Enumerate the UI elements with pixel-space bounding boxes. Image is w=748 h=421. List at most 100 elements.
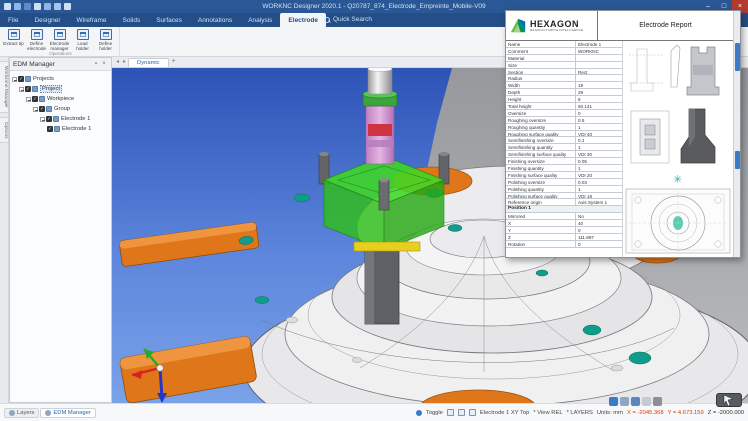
tree-expander-icon[interactable] [26,97,31,102]
ribbon-tab[interactable]: Analysis [240,13,280,27]
plane-icon[interactable] [469,409,476,416]
tree-row[interactable]: ✓ Electrode 1 [10,124,111,134]
panel-tab[interactable]: EDM Manager [40,408,95,418]
report-row-label: Size [506,62,576,68]
panel-tab[interactable]: Layers [4,408,39,418]
ribbon-tab[interactable]: Wireframe [69,13,115,27]
pin-icon[interactable]: ▪ [92,61,100,67]
quick-search[interactable]: Quick Search [324,13,372,27]
redo-icon[interactable] [44,3,51,10]
ribbon-tab[interactable]: File [0,13,26,27]
quick-access-toolbar[interactable] [4,3,71,10]
application-window: WORKNC Designer 2020.1 - Q20787_874_Elec… [0,0,748,421]
add-viewport-tab-icon[interactable]: + [169,57,179,67]
collapsed-panel-tab[interactable]: Options [0,117,9,144]
toggle-label[interactable]: Toggle [426,410,443,416]
tree-item-label[interactable]: Project [40,85,62,93]
ribbon-button[interactable]: Electrode manager [48,27,71,51]
report-header: HEXAGON MANUFACTURING INTELLIGENCE Elect… [506,11,733,41]
tab-scroll-right-icon[interactable]: ▸ [121,57,128,67]
tree-checkbox[interactable]: ✓ [25,86,31,92]
report-row-label: Finishing surface quality [506,172,576,178]
report-row: Semifinishing surface quality VDI 30 [506,151,622,158]
report-row-value [576,55,622,61]
electrode-tool-icon [77,29,89,40]
snap-icon[interactable] [447,409,454,416]
tree-checkbox[interactable]: ✓ [18,76,24,82]
ribbon-tab[interactable]: Designer [26,13,68,27]
tree-row[interactable]: ✓ Project [10,84,111,94]
report-row-label: Depth [506,89,576,95]
report-row-value: Rect [576,69,622,75]
cursor-mode-indicator[interactable] [716,393,742,407]
ribbon-tab[interactable]: Electrode [280,13,326,27]
tree-row[interactable]: ✓ Group [10,104,111,114]
tree-item-icon [46,106,52,112]
scrollbar-mark [735,151,740,169]
new-icon[interactable] [4,3,11,10]
shading-icon[interactable] [653,397,662,406]
report-row-label: Width [506,82,576,88]
undo-icon[interactable] [34,3,41,10]
open-icon[interactable] [14,3,21,10]
viewport-tab-dynamic[interactable]: Dynamic [128,58,169,67]
orbit-icon[interactable] [609,397,618,406]
tree-item-label[interactable]: Group [54,106,70,112]
save-icon[interactable] [24,3,31,10]
tree-row[interactable]: ✓ Electrode 1 [10,114,111,124]
tree-item-label[interactable]: Electrode 1 [61,116,90,122]
tree-expander-icon[interactable] [19,87,24,92]
report-row-value: 18 [576,82,622,88]
ribbon-tab[interactable]: Annotations [190,13,240,27]
tree-checkbox[interactable]: ✓ [39,106,45,112]
print-icon[interactable] [54,3,61,10]
tree-item-icon [25,76,31,82]
report-row-label: Polishing surface quality [506,193,576,199]
electrode-dark-3d-view [681,109,715,163]
report-row-value [576,62,622,68]
report-scrollbar[interactable] [733,11,740,257]
tree-checkbox[interactable]: ✓ [46,116,52,122]
cursor-arrow-icon [723,395,735,406]
report-row: Semifinishing oversize 0.1 [506,137,622,144]
tree-item-label[interactable]: Projects [33,76,54,82]
coordinate-z: Z = -2000.000 [708,410,744,416]
tree-checkbox[interactable]: ✓ [32,96,38,102]
tree-row[interactable]: ✓ Projects [10,74,111,84]
report-row: Polishing surface quality VDI 18 [506,193,622,200]
spindle-chrome-cylinder [368,68,392,94]
panel-tab-icon [45,410,51,416]
tree-expander-icon[interactable] [40,117,45,122]
scrollbar-thumb[interactable] [735,43,740,71]
tree-row[interactable]: ✓ Workpiece [10,94,111,104]
tree-checkbox[interactable]: ✓ [47,126,53,132]
ribbon-button[interactable]: Extract tip [2,27,25,51]
zoom-fit-icon[interactable] [631,397,640,406]
ribbon-button[interactable]: Load holder [71,27,94,51]
pan-icon[interactable] [620,397,629,406]
tree-expander-icon[interactable] [12,77,17,82]
tree-expander-icon[interactable] [33,107,38,112]
tree-item-label[interactable]: Electrode 1 [62,126,91,132]
ribbon-button[interactable]: Define electrode [25,27,48,51]
axis-icon[interactable] [458,409,465,416]
ribbon-button[interactable]: Define holder [94,27,117,51]
quick-search-label: Quick Search [333,13,372,27]
view-mini-toolbar[interactable] [609,397,662,406]
ribbon-tab[interactable]: Surfaces [148,13,190,27]
report-row: Oversize 0 [506,110,622,117]
collapsed-panel-tab[interactable]: Workzone Manager [0,61,9,113]
ribbon-tab[interactable]: Solids [114,13,148,27]
window-title: WORKNC Designer 2020.1 - Q20787_874_Elec… [0,3,748,10]
electrode-tool-icon [8,29,20,40]
report-title: Electrode Report [598,11,733,40]
tree-item-label[interactable]: Workpiece [47,96,74,102]
toggle-icon[interactable] [416,410,422,416]
close-icon[interactable]: × [100,61,108,67]
status-info: Toggle Electrode 1 XY Top * View REL * L… [416,409,744,416]
options-icon[interactable] [64,3,71,10]
tab-scroll-left-icon[interactable]: ◂ [114,57,121,67]
grid-icon[interactable] [642,397,651,406]
report-row-label: Oversize [506,110,576,116]
report-row-label: Reference origin [506,199,576,205]
